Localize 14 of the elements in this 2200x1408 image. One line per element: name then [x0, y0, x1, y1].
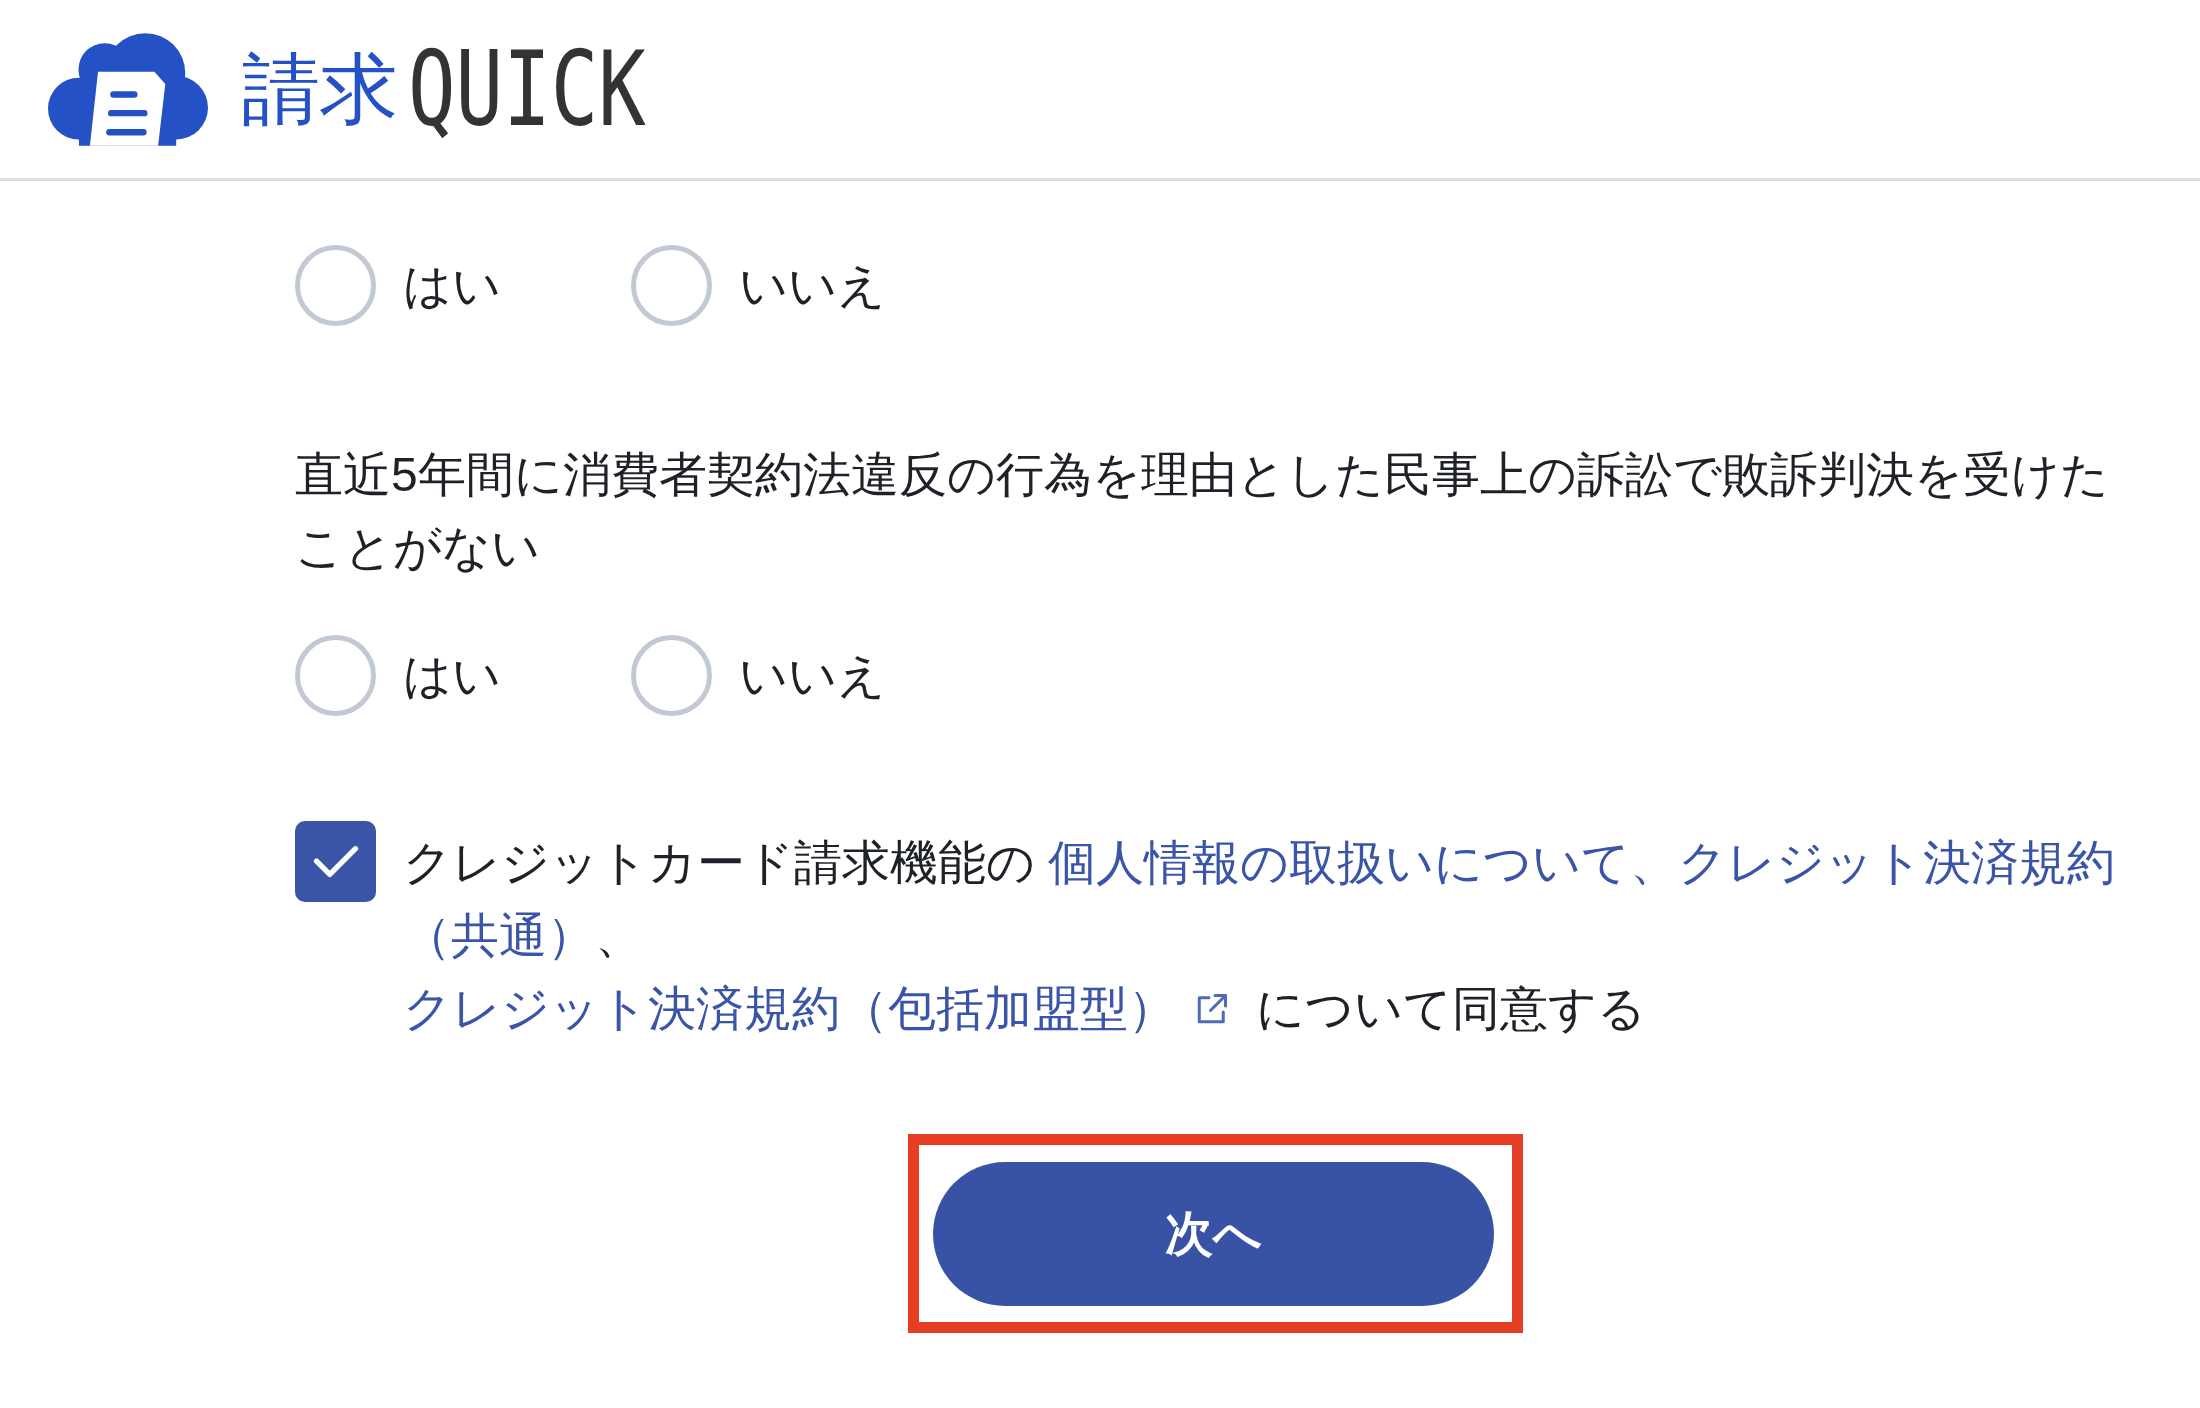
cloud-document-icon	[48, 31, 208, 147]
question-text: 直近5年間に消費者契約法違反の行為を理由とした民事上の訴訟で敗訴判決を受けたことがない	[295, 447, 2110, 576]
option-label: いいえ	[739, 648, 886, 704]
logo-wordmark: 請求 QUICK	[242, 37, 647, 141]
terms-link[interactable]: （共通）	[403, 899, 595, 972]
option-label: はい	[403, 258, 501, 314]
terms-link[interactable]: クレジット決済規約（包括加盟型）	[403, 972, 1176, 1045]
consent-text: クレジットカード請求機能の 個人情報の取扱いについて、クレジット決済規約 （共通）、 クレジット決済規約（包括加盟型） について同意する	[403, 826, 2135, 1045]
checkbox[interactable]	[295, 821, 376, 902]
option-label: いいえ	[739, 258, 886, 314]
option-label: はい	[403, 648, 501, 704]
next-button[interactable]: 次へ	[932, 1162, 1494, 1306]
terms-link[interactable]: 個人情報の取扱いについて、クレジット決済規約	[1048, 826, 2116, 899]
checkmark-icon	[312, 844, 359, 879]
